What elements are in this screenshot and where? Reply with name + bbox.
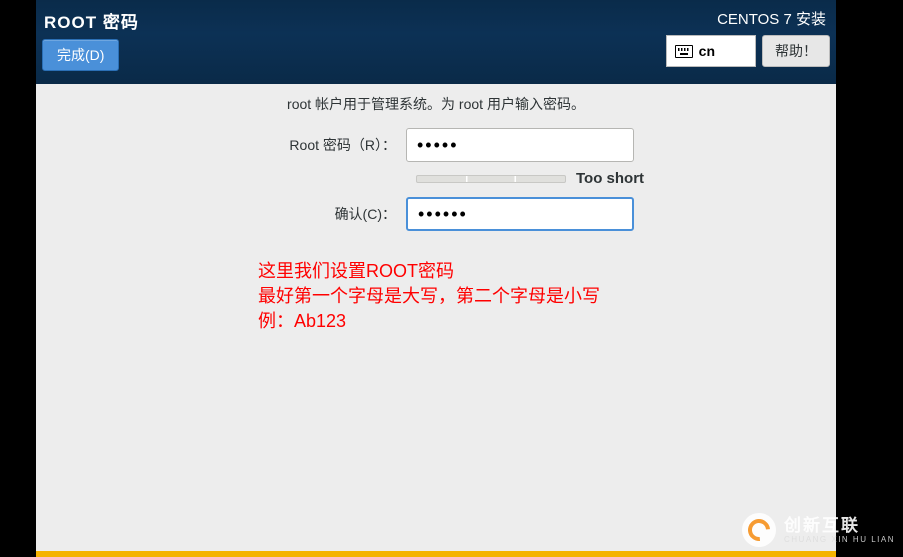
header-bar: ROOT 密码 完成(D) CENTOS 7 安装 cn 帮助！ xyxy=(36,0,836,84)
password-strength-bar xyxy=(416,175,566,183)
password-strength-text: Too short xyxy=(576,170,644,187)
password-label: Root 密码（R）： xyxy=(266,135,406,155)
annotation-line-2: 最好第一个字母是大写，第二个字母是小写 xyxy=(258,284,600,309)
description-text: root 帐户用于管理系统。为 root 用户输入密码。 xyxy=(36,94,836,114)
annotation-line-1: 这里我们设置ROOT密码 xyxy=(258,259,600,284)
password-row: Root 密码（R）： xyxy=(36,128,836,162)
confirm-label: 确认(C)： xyxy=(266,204,406,224)
installer-title: CENTOS 7 安装 xyxy=(717,8,830,29)
keyboard-layout-code: cn xyxy=(699,43,715,59)
watermark-text: 创新互联 CHUANG XIN HU LIAN xyxy=(784,517,895,544)
watermark-logo-icon xyxy=(742,513,776,547)
page-title: ROOT 密码 xyxy=(42,8,139,33)
strength-row: Too short xyxy=(36,170,836,187)
help-button[interactable]: 帮助！ xyxy=(762,35,830,67)
header-left: ROOT 密码 完成(D) xyxy=(42,8,139,78)
header-right: CENTOS 7 安装 cn 帮助！ xyxy=(666,8,830,78)
keyboard-layout-indicator[interactable]: cn xyxy=(666,35,756,67)
confirm-password-input[interactable] xyxy=(406,197,634,231)
watermark-en: CHUANG XIN HU LIAN xyxy=(784,536,895,544)
annotation-line-3: 例：Ab123 xyxy=(258,309,600,334)
keyboard-icon xyxy=(675,45,693,58)
root-password-input[interactable] xyxy=(406,128,634,162)
installer-window: ROOT 密码 完成(D) CENTOS 7 安装 cn 帮助！ root 帐户… xyxy=(36,0,836,557)
confirm-row: 确认(C)： xyxy=(36,197,836,231)
done-button[interactable]: 完成(D) xyxy=(42,39,119,71)
warning-footer-bar xyxy=(36,551,836,557)
header-right-row: cn 帮助！ xyxy=(666,35,830,67)
watermark-cn: 创新互联 xyxy=(784,517,895,534)
content-area: root 帐户用于管理系统。为 root 用户输入密码。 Root 密码（R）：… xyxy=(36,84,836,557)
annotation-overlay: 这里我们设置ROOT密码 最好第一个字母是大写，第二个字母是小写 例：Ab123 xyxy=(258,259,600,335)
watermark: 创新互联 CHUANG XIN HU LIAN xyxy=(734,507,903,553)
